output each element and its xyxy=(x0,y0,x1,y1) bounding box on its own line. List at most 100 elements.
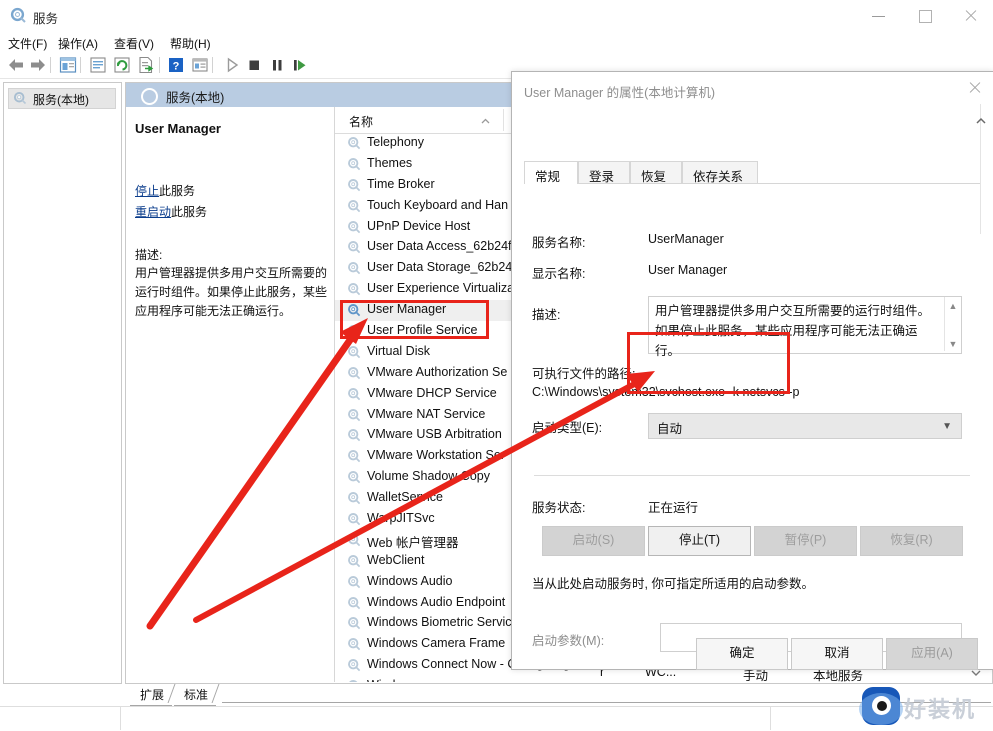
stop-button-label: 停止(T) xyxy=(679,533,720,547)
pause-service-icon[interactable] xyxy=(267,55,287,75)
status-bar xyxy=(0,706,993,731)
services-gear-icon xyxy=(347,178,361,192)
console-tree-pane: 服务(本地) xyxy=(3,82,122,684)
services-gear-icon xyxy=(347,345,361,359)
menu-help[interactable]: 帮助(H) xyxy=(170,35,211,52)
services-gear-icon xyxy=(347,512,361,526)
startup-type-dropdown[interactable]: 自动 ▼ xyxy=(648,413,962,439)
service-name-cell: User Data Access_62b24f xyxy=(367,239,512,253)
menu-file[interactable]: 文件(F) xyxy=(8,35,47,52)
service-name-cell: VMware DHCP Service xyxy=(367,386,497,400)
service-name-cell: VMware USB Arbitration xyxy=(367,427,502,441)
tab-general-label: 常规 xyxy=(535,170,560,184)
show-tree-icon[interactable] xyxy=(58,55,78,75)
gear-outline-icon xyxy=(141,88,158,105)
stop-button[interactable]: 停止(T) xyxy=(648,526,751,556)
services-gear-icon xyxy=(347,658,361,672)
cancel-button[interactable]: 取消 xyxy=(791,638,883,670)
restart-service-icon[interactable] xyxy=(290,55,310,75)
stop-service-icon[interactable] xyxy=(244,55,264,75)
menu-bar: 文件(F) 操作(A) 查看(V) 帮助(H) xyxy=(0,32,993,52)
service-name-cell: User Experience Virtualiza xyxy=(367,281,514,295)
services-gear-icon xyxy=(10,7,27,24)
restart-service-link[interactable]: 重启动此服务 xyxy=(135,203,207,220)
description-scrollbar[interactable]: ▲ ▼ xyxy=(944,297,961,351)
start-service-icon[interactable] xyxy=(222,55,242,75)
service-name-cell: Virtual Disk xyxy=(367,344,430,358)
pause-button: 暂停(P) xyxy=(754,526,857,556)
tab-standard[interactable]: 标准 xyxy=(174,684,216,706)
tab-recovery-label: 恢复 xyxy=(641,170,666,184)
description-label: 描述: xyxy=(532,304,560,323)
tab-dependencies[interactable]: 依存关系 xyxy=(682,161,758,184)
service-name-cell: UPnP Device Host xyxy=(367,219,470,233)
sort-ascending-icon xyxy=(481,117,490,126)
service-name-cell: Themes xyxy=(367,156,412,170)
chevron-up-icon[interactable] xyxy=(975,116,987,126)
tab-general[interactable]: 常规 xyxy=(524,161,578,184)
services-gear-icon xyxy=(347,449,361,463)
column-header-name[interactable]: 名称 xyxy=(349,113,373,130)
minimize-button[interactable] xyxy=(856,0,902,31)
export-list-icon[interactable] xyxy=(136,55,156,75)
services-gear-icon xyxy=(13,91,27,105)
services-gear-icon xyxy=(347,157,361,171)
services-gear-icon xyxy=(347,491,361,505)
startup-type-value: 自动 xyxy=(657,418,682,437)
services-gear-icon xyxy=(347,533,361,547)
service-name-cell: Windows Biometric Servic xyxy=(367,615,511,629)
maximize-button[interactable] xyxy=(902,0,948,31)
services-gear-icon xyxy=(347,136,361,150)
service-name-cell: Time Broker xyxy=(367,177,435,191)
tab-logon[interactable]: 登录 xyxy=(578,161,630,184)
services-gear-icon xyxy=(347,575,361,589)
display-name-label: 显示名称: xyxy=(532,263,585,282)
service-name-cell: WarpJITSvc xyxy=(367,511,435,525)
pause-button-label: 暂停(P) xyxy=(785,533,827,547)
menu-view[interactable]: 查看(V) xyxy=(114,35,154,52)
service-name-cell: VMware Authorization Se xyxy=(367,365,507,379)
services-gear-icon xyxy=(347,366,361,380)
tree-node-services-local[interactable]: 服务(本地) xyxy=(8,88,116,109)
dialog-footer: 确定 取消 应用(A) xyxy=(512,638,993,669)
close-button[interactable] xyxy=(948,0,993,31)
services-gear-icon xyxy=(347,616,361,630)
chevron-up-icon[interactable]: ▲ xyxy=(948,301,958,309)
dialog-title-text: User Manager 的属性(本地计算机) xyxy=(524,82,715,101)
tab-dependencies-label: 依存关系 xyxy=(693,170,743,184)
forward-icon[interactable] xyxy=(28,55,48,75)
refresh-icon[interactable] xyxy=(112,55,132,75)
services-gear-icon xyxy=(347,282,361,296)
service-status-label: 服务状态: xyxy=(532,497,585,516)
help-icon[interactable]: ? xyxy=(166,55,186,75)
annotation-box-startup-type xyxy=(627,332,790,394)
start-button: 启动(S) xyxy=(542,526,645,556)
tab-extended[interactable]: 扩展 xyxy=(130,684,172,706)
back-icon[interactable] xyxy=(6,55,26,75)
list-scrollbar[interactable] xyxy=(973,104,989,234)
menu-action[interactable]: 操作(A) xyxy=(58,35,98,52)
stop-link-suffix: 此服务 xyxy=(159,184,195,198)
dialog-close-button[interactable] xyxy=(961,75,989,101)
service-detail-panel: User Manager 停止此服务 重启动此服务 描述: 用户管理器提供多用户… xyxy=(127,107,335,682)
tab-recovery[interactable]: 恢复 xyxy=(630,161,682,184)
watermark-text: 好装机 xyxy=(904,692,976,724)
properties-icon[interactable] xyxy=(88,55,108,75)
stop-service-link[interactable]: 停止此服务 xyxy=(135,182,195,199)
service-name-cell: Windows Camera Frame xyxy=(367,636,505,650)
window-title-bar: 服务 xyxy=(0,0,993,32)
service-status-value: 正在运行 xyxy=(648,497,698,516)
blue-eye-logo-icon xyxy=(862,687,900,725)
tree-node-label: 服务(本地) xyxy=(33,91,89,108)
pane-header-label: 服务(本地) xyxy=(166,87,224,106)
executable-path-label: 可执行文件的路径: xyxy=(532,363,635,382)
services-gear-icon xyxy=(347,261,361,275)
details-icon[interactable] xyxy=(190,55,210,75)
window-title-text: 服务 xyxy=(33,8,58,27)
ok-button[interactable]: 确定 xyxy=(696,638,788,670)
chevron-down-icon[interactable]: ▼ xyxy=(942,421,952,432)
chevron-down-icon[interactable]: ▼ xyxy=(948,339,958,347)
resume-button-label: 恢复(R) xyxy=(890,533,932,547)
service-name-cell: WalletService xyxy=(367,490,443,504)
service-name-cell: WebClient xyxy=(367,553,424,567)
